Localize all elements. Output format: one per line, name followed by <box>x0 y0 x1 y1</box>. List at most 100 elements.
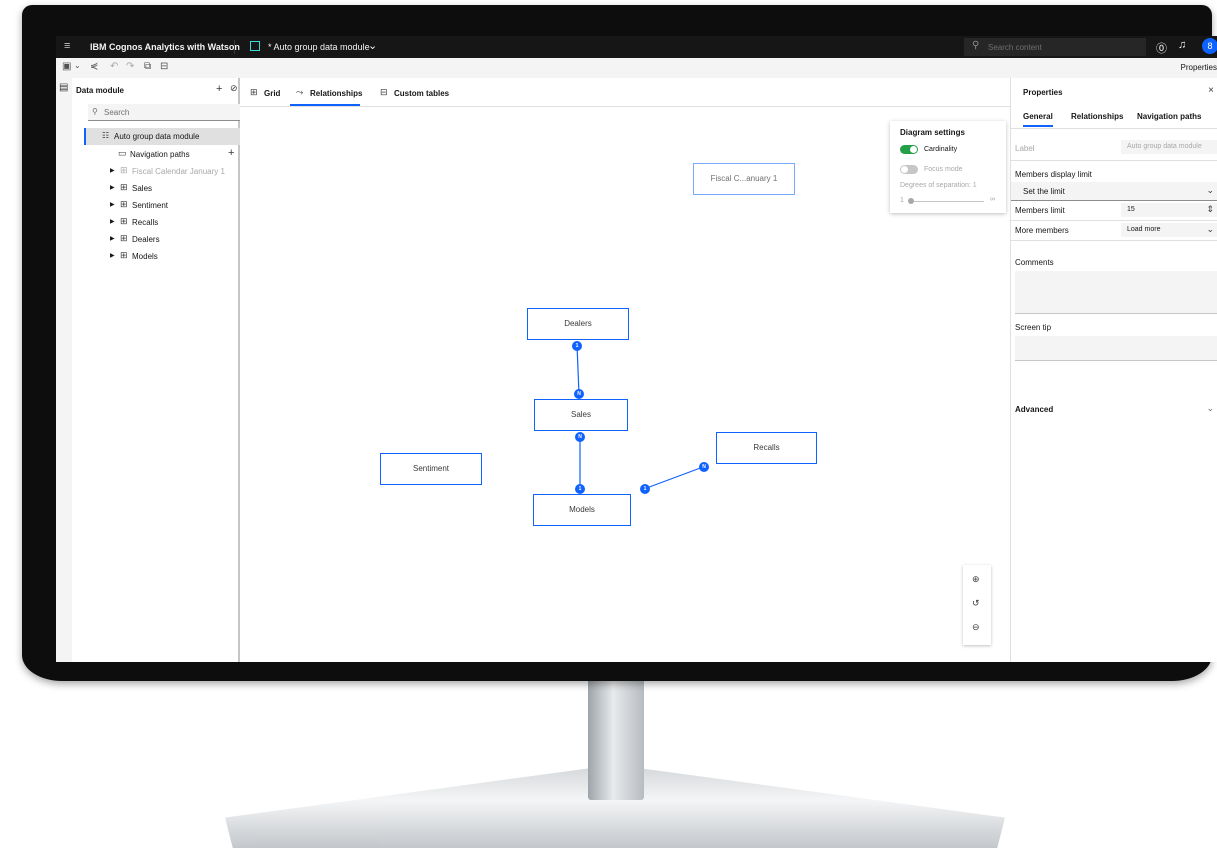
close-icon[interactable]: × <box>1208 85 1214 96</box>
zoom-out-icon[interactable]: ⊖ <box>972 622 980 633</box>
label-value-field[interactable]: Auto group data module <box>1121 140 1217 154</box>
chevron-down-icon[interactable]: ⌄ <box>1206 224 1214 235</box>
tab-general[interactable]: General <box>1023 112 1053 127</box>
chevron-down-icon: ⌄ <box>1206 185 1214 195</box>
view-tabs: ⊞ Grid ⤳ Relationships ⊟ Custom tables <box>240 78 1010 107</box>
open-new-window-icon[interactable]: ⧉ <box>144 61 151 72</box>
diagram-settings-title: Diagram settings <box>900 128 965 137</box>
relationships-icon: ⤳ <box>296 87 304 97</box>
tree-item-label: Models <box>132 252 158 261</box>
tree-item-label: Sentiment <box>132 201 169 210</box>
more-members-key: More members <box>1015 226 1069 235</box>
undo-icon[interactable]: ↶ <box>110 61 118 72</box>
chevron-down-icon[interactable]: ⌄ <box>1206 403 1214 414</box>
app-brand: IBM Cognos Analytics with Watson <box>90 42 240 52</box>
table-icon: ⊞ <box>120 165 128 175</box>
module-icon: ☷ <box>102 131 110 140</box>
table-node-fiscal-calendar[interactable]: Fiscal C...anuary 1 <box>693 163 795 195</box>
expand-caret-icon[interactable]: ▶ <box>110 184 115 191</box>
table-node-models[interactable]: Models <box>533 494 631 526</box>
tab-navigation-paths[interactable]: Navigation paths <box>1137 112 1201 121</box>
monitor-frame: ≡ IBM Cognos Analytics with Watson * Aut… <box>22 5 1217 681</box>
table-node-sentiment[interactable]: Sentiment <box>380 453 482 485</box>
relink-icon[interactable]: ⊘ <box>230 83 238 94</box>
advanced-section-toggle[interactable]: Advanced <box>1015 405 1053 414</box>
reset-zoom-icon[interactable]: ↺ <box>972 598 980 609</box>
tree-item-models[interactable]: ▶ ⊞ Models <box>72 248 238 264</box>
degrees-slider-track[interactable] <box>910 201 984 202</box>
chevron-down-icon[interactable]: ⌄ <box>368 39 377 52</box>
data-module-icon <box>250 41 260 51</box>
comments-textarea[interactable] <box>1015 271 1217 314</box>
tree-item-sales[interactable]: ▶ ⊞ Sales <box>72 180 238 196</box>
tree-item-recalls[interactable]: ▶ ⊞ Recalls <box>72 214 238 230</box>
expand-caret-icon[interactable]: ▶ <box>110 235 115 242</box>
expand-caret-icon[interactable]: ▶ <box>110 167 115 174</box>
search-content-input[interactable] <box>988 40 1138 54</box>
tree-item-label: Navigation paths <box>130 150 190 159</box>
tab-relationships[interactable]: Relationships <box>1071 112 1123 121</box>
degrees-slider-thumb[interactable] <box>908 198 914 204</box>
tab-grid[interactable]: ⊞ Grid <box>250 78 284 105</box>
cardinality-one-indicator: 1 <box>640 484 650 494</box>
cardinality-many-indicator: N <box>574 389 584 399</box>
tree-item-dealers[interactable]: ▶ ⊞ Dealers <box>72 231 238 247</box>
tab-relationships[interactable]: ⤳ Relationships <box>290 78 362 106</box>
stepper-arrows-icon[interactable]: ⇕ <box>1206 204 1214 215</box>
table-node-sales[interactable]: Sales <box>534 399 628 431</box>
label-key: Label <box>1015 144 1035 153</box>
data-sources-icon[interactable]: ▤ <box>59 82 68 93</box>
add-navigation-path-icon[interactable]: + <box>228 147 234 159</box>
tree-root-module[interactable]: ☷ Auto group data module <box>84 128 252 145</box>
tree-search[interactable]: ⚲ <box>88 104 246 121</box>
members-display-limit-select[interactable]: Set the limit ⌄ <box>1011 182 1217 201</box>
zoom-in-icon[interactable]: ⊕ <box>972 574 980 585</box>
save-dropdown-icon[interactable]: ⌄ <box>74 61 81 70</box>
help-icon[interactable]: ⓪ <box>1156 40 1167 56</box>
relationship-diagram-canvas[interactable]: Fiscal C...anuary 1 Dealers Sales Recall… <box>240 107 1010 662</box>
table-view-icon[interactable]: ⊟ <box>160 61 168 72</box>
members-limit-stepper[interactable]: 15 <box>1121 203 1217 217</box>
expand-caret-icon[interactable]: ▶ <box>110 201 115 208</box>
properties-toggle[interactable]: Properties <box>1181 63 1217 72</box>
tree-item-sentiment[interactable]: ▶ ⊞ Sentiment <box>72 197 238 213</box>
data-module-panel: Data module + ⊘ ⚲ ☷ Auto group data modu… <box>72 78 252 662</box>
app-header: ≡ IBM Cognos Analytics with Watson * Aut… <box>56 36 1217 58</box>
search-content[interactable]: ⚲ <box>964 38 1146 56</box>
expand-caret-icon[interactable]: ▶ <box>110 218 115 225</box>
redo-icon[interactable]: ↷ <box>126 61 134 72</box>
tree-search-input[interactable] <box>104 106 240 118</box>
more-members-select[interactable]: Load more <box>1121 223 1217 237</box>
cardinality-toggle[interactable] <box>900 145 918 154</box>
hamburger-menu-icon[interactable]: ≡ <box>64 40 70 52</box>
tree-item-fiscal-calendar[interactable]: ▶ ⊞ Fiscal Calendar January 1 <box>72 163 238 179</box>
members-limit-key: Members limit <box>1015 206 1065 215</box>
table-icon: ⊞ <box>120 250 128 260</box>
tree-item-label: Recalls <box>132 218 159 227</box>
save-icon[interactable]: ▣ <box>62 61 71 72</box>
focus-mode-toggle[interactable] <box>900 165 918 174</box>
expand-caret-icon[interactable]: ▶ <box>110 252 115 259</box>
relationship-line-models-recalls[interactable] <box>643 466 704 490</box>
tab-custom-tables[interactable]: ⊟ Custom tables <box>380 78 460 105</box>
table-node-dealers[interactable]: Dealers <box>527 308 629 340</box>
cardinality-label: Cardinality <box>924 146 958 153</box>
comments-label: Comments <box>1015 258 1054 267</box>
toolbar: ▣ ⌄ ⋞ ↶ ↷ ⧉ ⊟ Properties <box>56 58 1217 79</box>
table-node-recalls[interactable]: Recalls <box>716 432 817 464</box>
table-icon: ⊞ <box>120 216 128 226</box>
screen-tip-label: Screen tip <box>1015 323 1052 332</box>
add-icon[interactable]: + <box>216 83 222 95</box>
share-icon[interactable]: ⋞ <box>90 61 98 72</box>
slider-min-label: 1 <box>900 197 904 204</box>
module-title[interactable]: * Auto group data module <box>268 42 370 52</box>
tree-item-navigation-paths[interactable]: ▭ Navigation paths + <box>72 146 238 162</box>
user-avatar[interactable]: 8 <box>1202 38 1217 54</box>
screen-tip-textarea[interactable] <box>1015 336 1217 361</box>
tree-item-label: Sales <box>132 184 153 193</box>
notification-bell-icon[interactable]: ♫ <box>1178 39 1186 51</box>
degrees-of-separation-label: Degrees of separation: 1 <box>900 182 977 189</box>
properties-tabs: General Relationships Navigation paths <box>1011 104 1217 129</box>
header-divider <box>234 40 235 54</box>
relationship-line-dealers-sales[interactable] <box>576 344 580 395</box>
